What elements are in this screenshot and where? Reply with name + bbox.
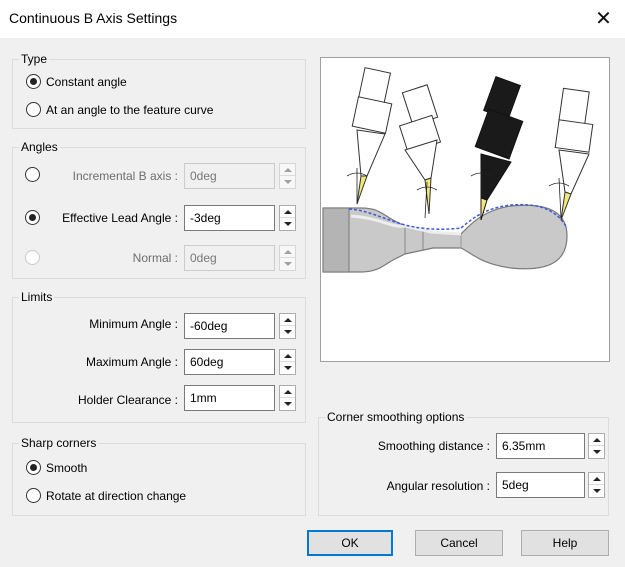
radio-normal[interactable] bbox=[25, 250, 40, 265]
corner-smoothing-group-label: Corner smoothing options bbox=[325, 410, 467, 424]
minimum-angle-input[interactable]: -60deg bbox=[184, 313, 275, 339]
radio-rotate-at-direction-change[interactable]: Rotate at direction change bbox=[26, 488, 186, 503]
radio-smooth[interactable]: Smooth bbox=[26, 460, 87, 475]
type-group: Type bbox=[12, 52, 306, 129]
b-axis-tool-illustration bbox=[322, 67, 594, 273]
maximum-angle-spinner[interactable] bbox=[279, 349, 296, 375]
effective-lead-angle-label: Effective Lead Angle : bbox=[62, 211, 178, 225]
angles-group-label: Angles bbox=[19, 140, 60, 154]
type-group-label: Type bbox=[19, 52, 50, 66]
window-title: Continuous B Axis Settings bbox=[9, 10, 178, 26]
incremental-b-axis-spinner[interactable] bbox=[279, 163, 296, 189]
corner-smoothing-group: Corner smoothing options bbox=[318, 410, 609, 516]
spin-up-icon bbox=[283, 317, 292, 322]
effective-lead-angle-spinner[interactable] bbox=[279, 205, 296, 231]
close-icon[interactable]: ✕ bbox=[582, 0, 625, 37]
normal-label: Normal : bbox=[132, 251, 178, 265]
angular-resolution-input[interactable]: 5deg bbox=[496, 472, 585, 498]
spin-up-icon bbox=[283, 167, 292, 172]
holder-clearance-input[interactable]: 1mm bbox=[184, 385, 275, 411]
title-bar: Continuous B Axis Settings ✕ bbox=[0, 0, 625, 38]
radio-angle-to-feature-curve[interactable]: At an angle to the feature curve bbox=[26, 102, 213, 117]
radio-constant-angle-label: Constant angle bbox=[46, 74, 127, 89]
radio-effective-lead-angle[interactable] bbox=[25, 210, 40, 225]
effective-lead-angle-input[interactable]: -3deg bbox=[184, 205, 275, 231]
ok-button[interactable]: OK bbox=[307, 530, 393, 556]
radio-constant-angle-button[interactable] bbox=[26, 74, 41, 89]
spin-down-icon bbox=[283, 222, 292, 226]
angular-resolution-label: Angular resolution : bbox=[386, 479, 490, 493]
cancel-button[interactable]: Cancel bbox=[415, 530, 503, 556]
radio-constant-angle[interactable]: Constant angle bbox=[26, 74, 127, 89]
spin-up-icon bbox=[592, 476, 601, 481]
minimum-angle-spinner[interactable] bbox=[279, 313, 296, 339]
radio-rotate-at-direction-change-label: Rotate at direction change bbox=[46, 488, 187, 503]
sharp-corners-group-label: Sharp corners bbox=[19, 436, 99, 450]
spin-down-icon bbox=[283, 330, 292, 334]
minimum-angle-label: Minimum Angle : bbox=[89, 317, 178, 331]
spin-up-icon bbox=[283, 249, 292, 254]
holder-clearance-spinner[interactable] bbox=[279, 385, 296, 411]
spin-up-icon bbox=[592, 437, 601, 442]
spin-down-icon bbox=[283, 262, 292, 266]
normal-spinner[interactable] bbox=[279, 245, 296, 271]
radio-angle-to-feature-curve-button[interactable] bbox=[26, 102, 41, 117]
tool-path-illustration bbox=[320, 57, 610, 362]
radio-angle-to-feature-curve-label: At an angle to the feature curve bbox=[46, 102, 214, 117]
spin-down-icon bbox=[283, 180, 292, 184]
maximum-angle-label: Maximum Angle : bbox=[85, 355, 178, 369]
spin-down-icon bbox=[592, 489, 601, 493]
help-button[interactable]: Help bbox=[521, 530, 609, 556]
smoothing-distance-input[interactable]: 6.35mm bbox=[496, 433, 585, 459]
spin-up-icon bbox=[283, 353, 292, 358]
radio-incremental-b-axis[interactable] bbox=[25, 167, 40, 182]
maximum-angle-input[interactable]: 60deg bbox=[184, 349, 275, 375]
angular-resolution-spinner[interactable] bbox=[588, 472, 605, 498]
sharp-corners-group: Sharp corners bbox=[12, 436, 306, 516]
limits-group-label: Limits bbox=[19, 290, 55, 304]
spin-up-icon bbox=[283, 209, 292, 214]
radio-smooth-label: Smooth bbox=[46, 460, 88, 475]
spin-down-icon bbox=[592, 450, 601, 454]
incremental-b-axis-label: Incremental B axis : bbox=[72, 169, 178, 183]
spin-down-icon bbox=[283, 366, 292, 370]
spin-up-icon bbox=[283, 389, 292, 394]
smoothing-distance-label: Smoothing distance : bbox=[377, 439, 490, 453]
holder-clearance-label: Holder Clearance : bbox=[77, 393, 178, 407]
normal-input[interactable]: 0deg bbox=[184, 245, 275, 271]
smoothing-distance-spinner[interactable] bbox=[588, 433, 605, 459]
incremental-b-axis-input[interactable]: 0deg bbox=[184, 163, 275, 189]
spin-down-icon bbox=[283, 402, 292, 406]
radio-smooth-button[interactable] bbox=[26, 460, 41, 475]
radio-rotate-at-direction-change-button[interactable] bbox=[26, 488, 41, 503]
